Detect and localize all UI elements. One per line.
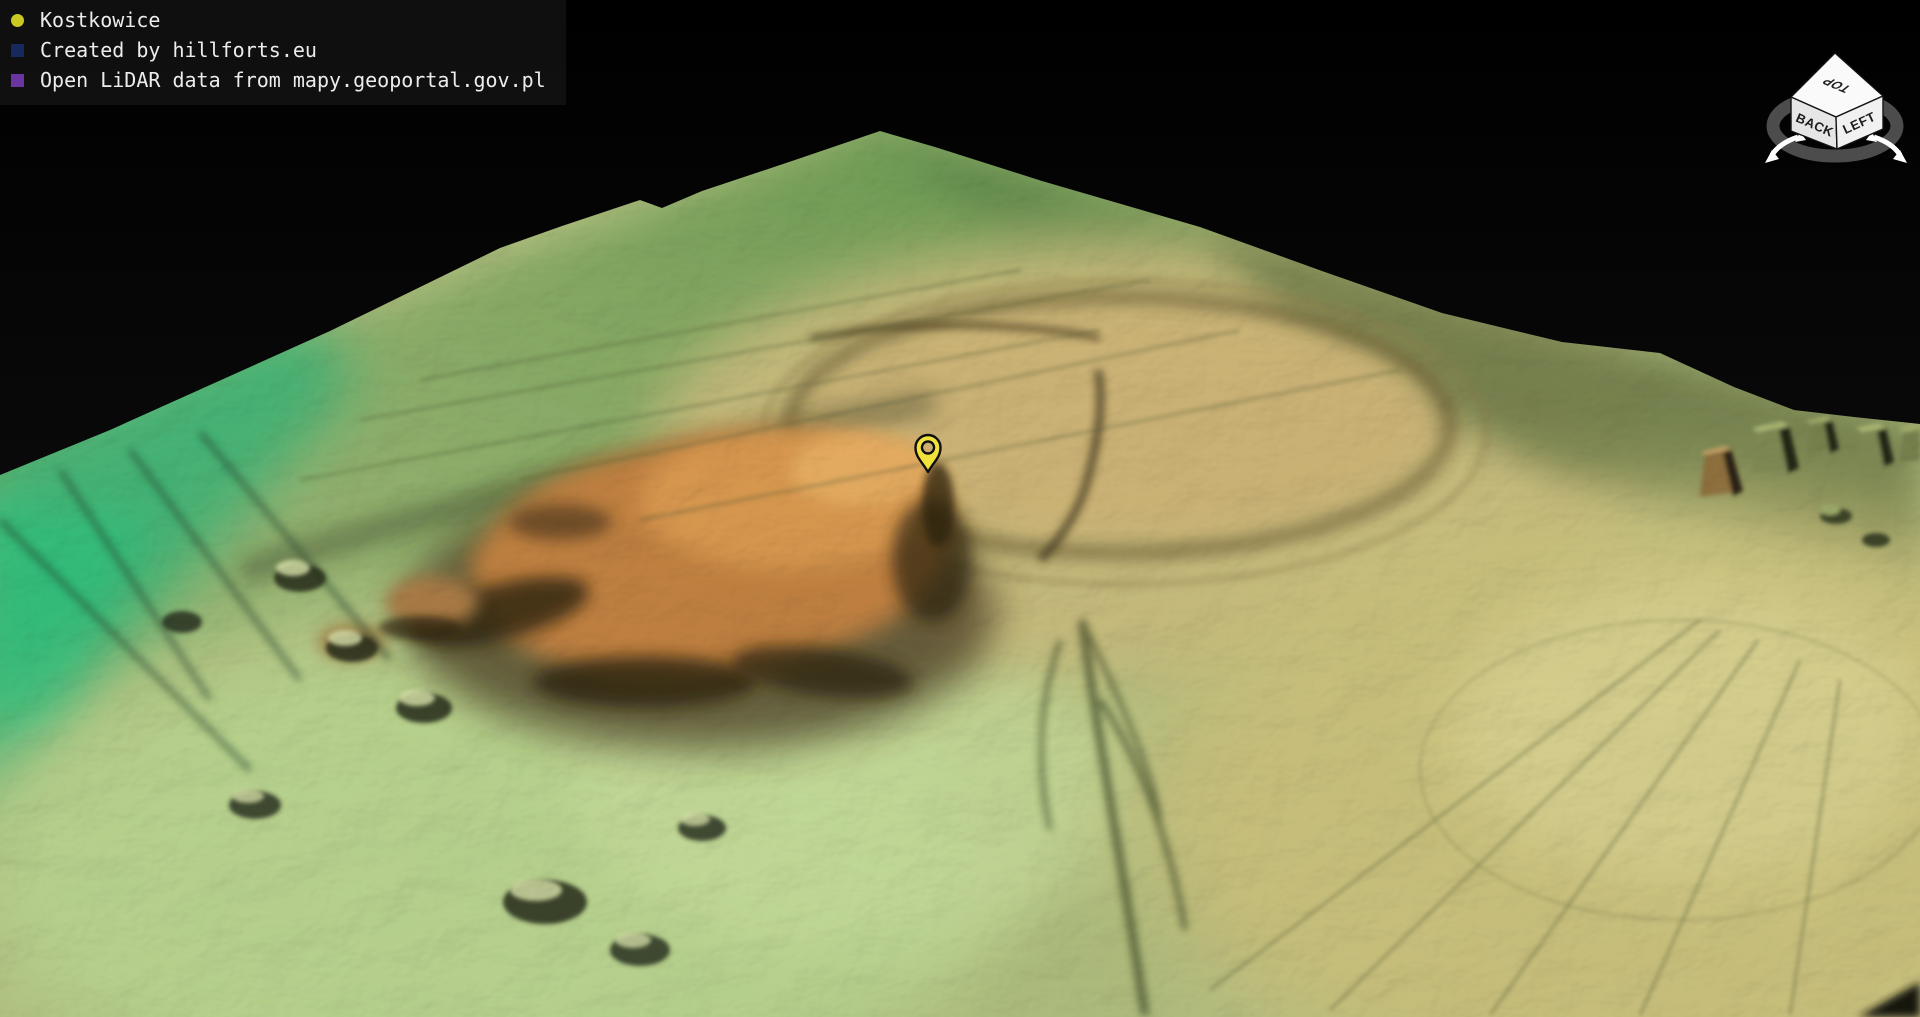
legend-site-label: Kostkowice	[40, 5, 160, 35]
data-source-swatch-icon	[11, 74, 24, 87]
legend-item-site: Kostkowice	[11, 5, 546, 35]
legend-item-credit: Created by hillforts.eu	[11, 35, 546, 65]
legend-source-label: Open LiDAR data from mapy.geoportal.gov.…	[40, 65, 546, 95]
legend-panel: Kostkowice Created by hillforts.eu Open …	[0, 0, 566, 105]
legend-credit-label: Created by hillforts.eu	[40, 35, 317, 65]
credit-swatch-icon	[11, 44, 24, 57]
terrain-viewport[interactable]: Kostkowice Created by hillforts.eu Open …	[0, 0, 1920, 1017]
terrain-render	[0, 0, 1920, 1017]
nav-cube[interactable]: TOP BACK LEFT	[1748, 28, 1920, 170]
legend-item-source: Open LiDAR data from mapy.geoportal.gov.…	[11, 65, 546, 95]
site-marker-swatch-icon	[11, 14, 24, 27]
